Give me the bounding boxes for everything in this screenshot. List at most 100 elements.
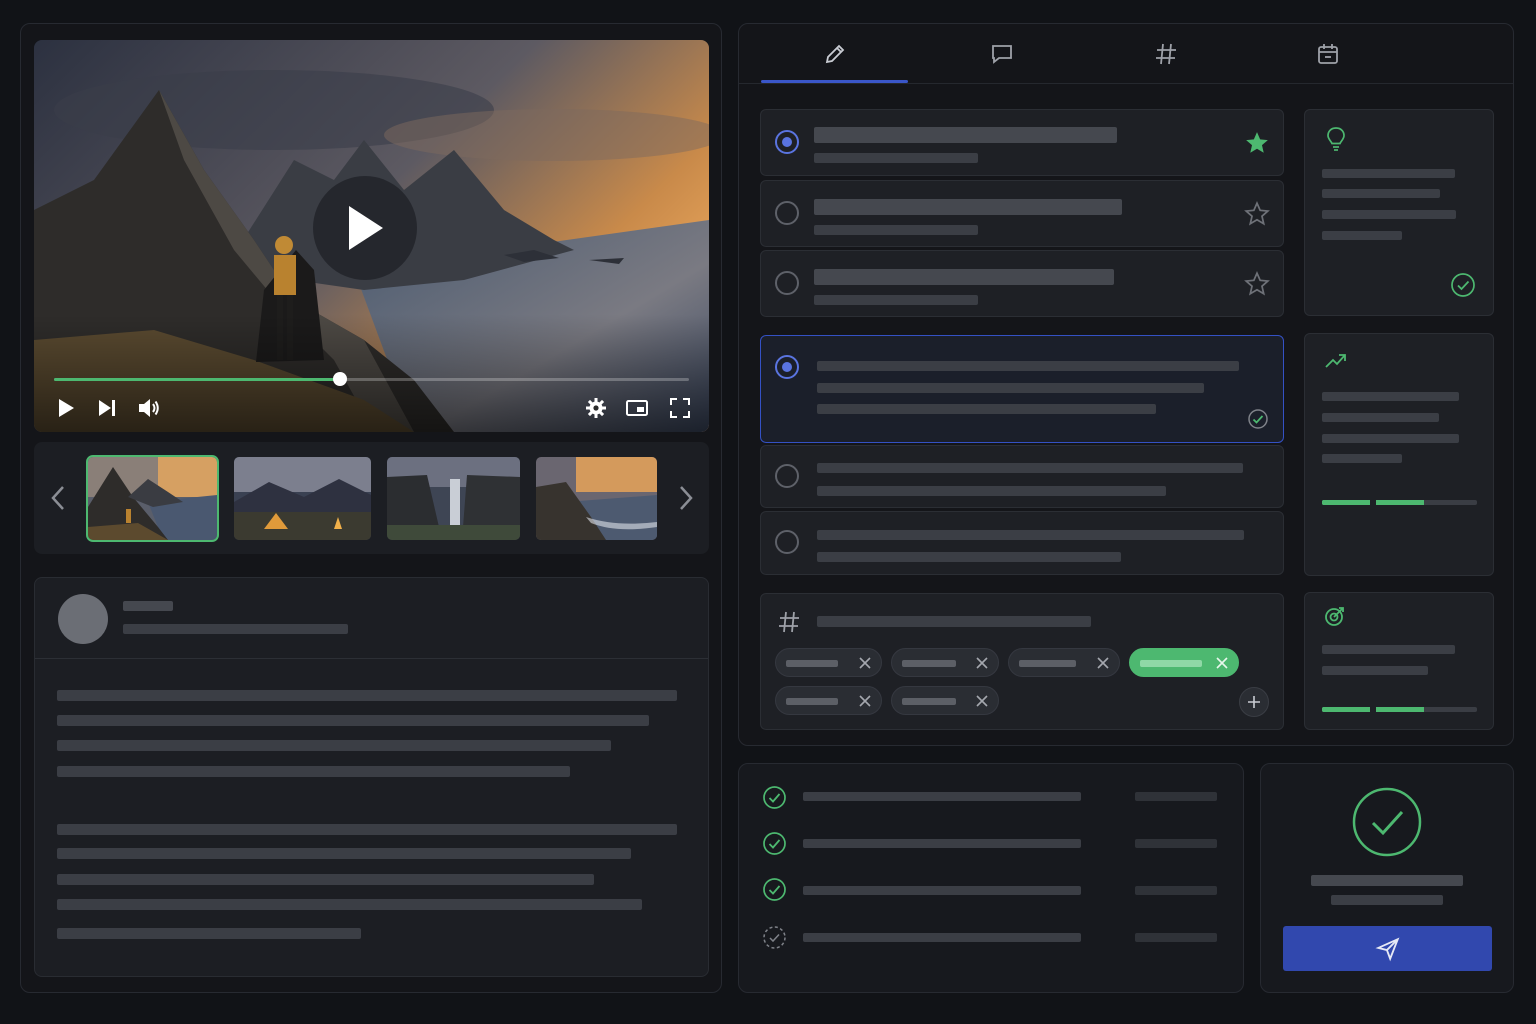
check-circle-icon bbox=[1248, 409, 1268, 429]
title-option-3[interactable] bbox=[760, 250, 1284, 317]
tab-hashtags[interactable] bbox=[1092, 24, 1239, 84]
insight-line-placeholder bbox=[1322, 169, 1455, 178]
text-line-placeholder bbox=[57, 766, 570, 777]
carousel-next-button[interactable] bbox=[674, 482, 698, 514]
lightbulb-icon bbox=[1327, 127, 1345, 151]
seek-bar[interactable] bbox=[54, 372, 689, 386]
thumbnail-1[interactable] bbox=[86, 455, 219, 542]
hashtag-chip[interactable] bbox=[1008, 648, 1120, 677]
title-option-2[interactable] bbox=[760, 180, 1284, 247]
description-option-3[interactable] bbox=[760, 511, 1284, 575]
hashtag-chip-highlighted[interactable] bbox=[1129, 648, 1239, 677]
progress-bar bbox=[1322, 500, 1477, 505]
tab-edit[interactable] bbox=[761, 24, 908, 84]
thumbnail-2[interactable] bbox=[234, 457, 371, 540]
tab-comments[interactable] bbox=[928, 24, 1075, 84]
thumbnail-4[interactable] bbox=[536, 457, 657, 540]
carousel-prev-button[interactable] bbox=[46, 482, 70, 514]
option-subtitle-placeholder bbox=[814, 295, 978, 305]
text-line-placeholder bbox=[57, 848, 631, 859]
target-icon bbox=[1325, 607, 1344, 626]
add-hashtag-button[interactable] bbox=[1239, 687, 1269, 717]
play-icon bbox=[59, 399, 74, 417]
play-icon bbox=[349, 206, 383, 250]
thumbnail-3[interactable] bbox=[387, 457, 520, 540]
radio-button[interactable] bbox=[775, 464, 799, 488]
text-line-placeholder bbox=[57, 928, 361, 939]
radio-button[interactable] bbox=[775, 530, 799, 554]
radio-button-selected[interactable] bbox=[775, 130, 799, 154]
checklist-meta-placeholder bbox=[1135, 792, 1217, 801]
description-line-placeholder bbox=[817, 361, 1239, 371]
post-preview bbox=[34, 577, 709, 977]
send-icon bbox=[1374, 937, 1399, 961]
radio-button[interactable] bbox=[775, 201, 799, 225]
check-circle-icon bbox=[763, 832, 786, 855]
author-meta-placeholder bbox=[123, 624, 348, 634]
description-option-2[interactable] bbox=[760, 445, 1284, 508]
hashtag-chip-label-placeholder bbox=[902, 660, 956, 667]
insight-line-placeholder bbox=[1322, 454, 1402, 463]
checklist-meta-placeholder bbox=[1135, 886, 1217, 895]
star-outline-icon[interactable] bbox=[1244, 271, 1270, 297]
success-check-circle-icon bbox=[1352, 787, 1422, 857]
play-overlay-button[interactable] bbox=[313, 176, 417, 280]
plus-icon bbox=[1248, 696, 1260, 708]
radio-button[interactable] bbox=[775, 271, 799, 295]
hashtag-chip-label-placeholder bbox=[786, 660, 838, 667]
description-option-1[interactable] bbox=[760, 335, 1284, 443]
hashtag-chip[interactable] bbox=[891, 686, 999, 715]
close-icon[interactable] bbox=[974, 693, 990, 709]
insight-line-placeholder bbox=[1322, 231, 1402, 240]
settings-button[interactable] bbox=[584, 396, 608, 420]
close-icon[interactable] bbox=[974, 655, 990, 671]
text-line-placeholder bbox=[57, 715, 649, 726]
checklist-item-placeholder bbox=[803, 886, 1081, 895]
fullscreen-button[interactable] bbox=[668, 396, 692, 420]
divider bbox=[35, 658, 708, 659]
tab-schedule[interactable] bbox=[1254, 24, 1401, 84]
close-icon[interactable] bbox=[1214, 655, 1230, 671]
status-text-placeholder bbox=[1311, 875, 1463, 886]
hashtag-chip[interactable] bbox=[891, 648, 999, 677]
volume-button[interactable] bbox=[137, 396, 161, 420]
option-title-placeholder bbox=[814, 199, 1122, 215]
seek-handle[interactable] bbox=[332, 372, 347, 386]
close-icon[interactable] bbox=[857, 655, 873, 671]
chat-bubble-icon bbox=[991, 45, 1012, 64]
check-circle-icon bbox=[763, 878, 786, 901]
option-title-placeholder bbox=[814, 269, 1114, 285]
hashtag-chip[interactable] bbox=[775, 686, 882, 715]
picture-in-picture-button[interactable] bbox=[625, 396, 649, 420]
video-player[interactable] bbox=[34, 40, 709, 432]
check-circle-icon bbox=[1451, 273, 1475, 297]
star-filled-icon[interactable] bbox=[1244, 130, 1270, 156]
trending-up-icon bbox=[1325, 354, 1346, 368]
checklist-item-placeholder bbox=[803, 792, 1081, 801]
option-title-placeholder bbox=[814, 127, 1117, 143]
checklist-item-placeholder bbox=[803, 839, 1081, 848]
send-button[interactable] bbox=[1283, 926, 1492, 971]
play-button[interactable] bbox=[54, 396, 78, 420]
hashtag-icon bbox=[1155, 43, 1176, 65]
text-line-placeholder bbox=[57, 874, 594, 885]
title-option-1[interactable] bbox=[760, 109, 1284, 176]
star-outline-icon[interactable] bbox=[1244, 201, 1270, 227]
close-icon[interactable] bbox=[857, 693, 873, 709]
close-icon[interactable] bbox=[1095, 655, 1111, 671]
calendar-icon bbox=[1317, 44, 1338, 64]
chevron-right-icon bbox=[680, 486, 693, 510]
divider bbox=[739, 83, 1513, 84]
checklist-meta-placeholder bbox=[1135, 933, 1217, 942]
avatar bbox=[58, 594, 108, 644]
seek-progress bbox=[54, 378, 340, 381]
hashtag-chip-label-placeholder bbox=[786, 698, 838, 705]
radio-button-selected[interactable] bbox=[775, 355, 799, 379]
hashtag-chip[interactable] bbox=[775, 648, 882, 677]
description-line-placeholder bbox=[817, 486, 1166, 496]
skip-next-button[interactable] bbox=[95, 396, 119, 420]
checklist-item-placeholder bbox=[803, 933, 1081, 942]
hashtag-header-placeholder bbox=[817, 616, 1091, 627]
insight-line-placeholder bbox=[1322, 413, 1439, 422]
hashtag-box bbox=[760, 593, 1284, 730]
